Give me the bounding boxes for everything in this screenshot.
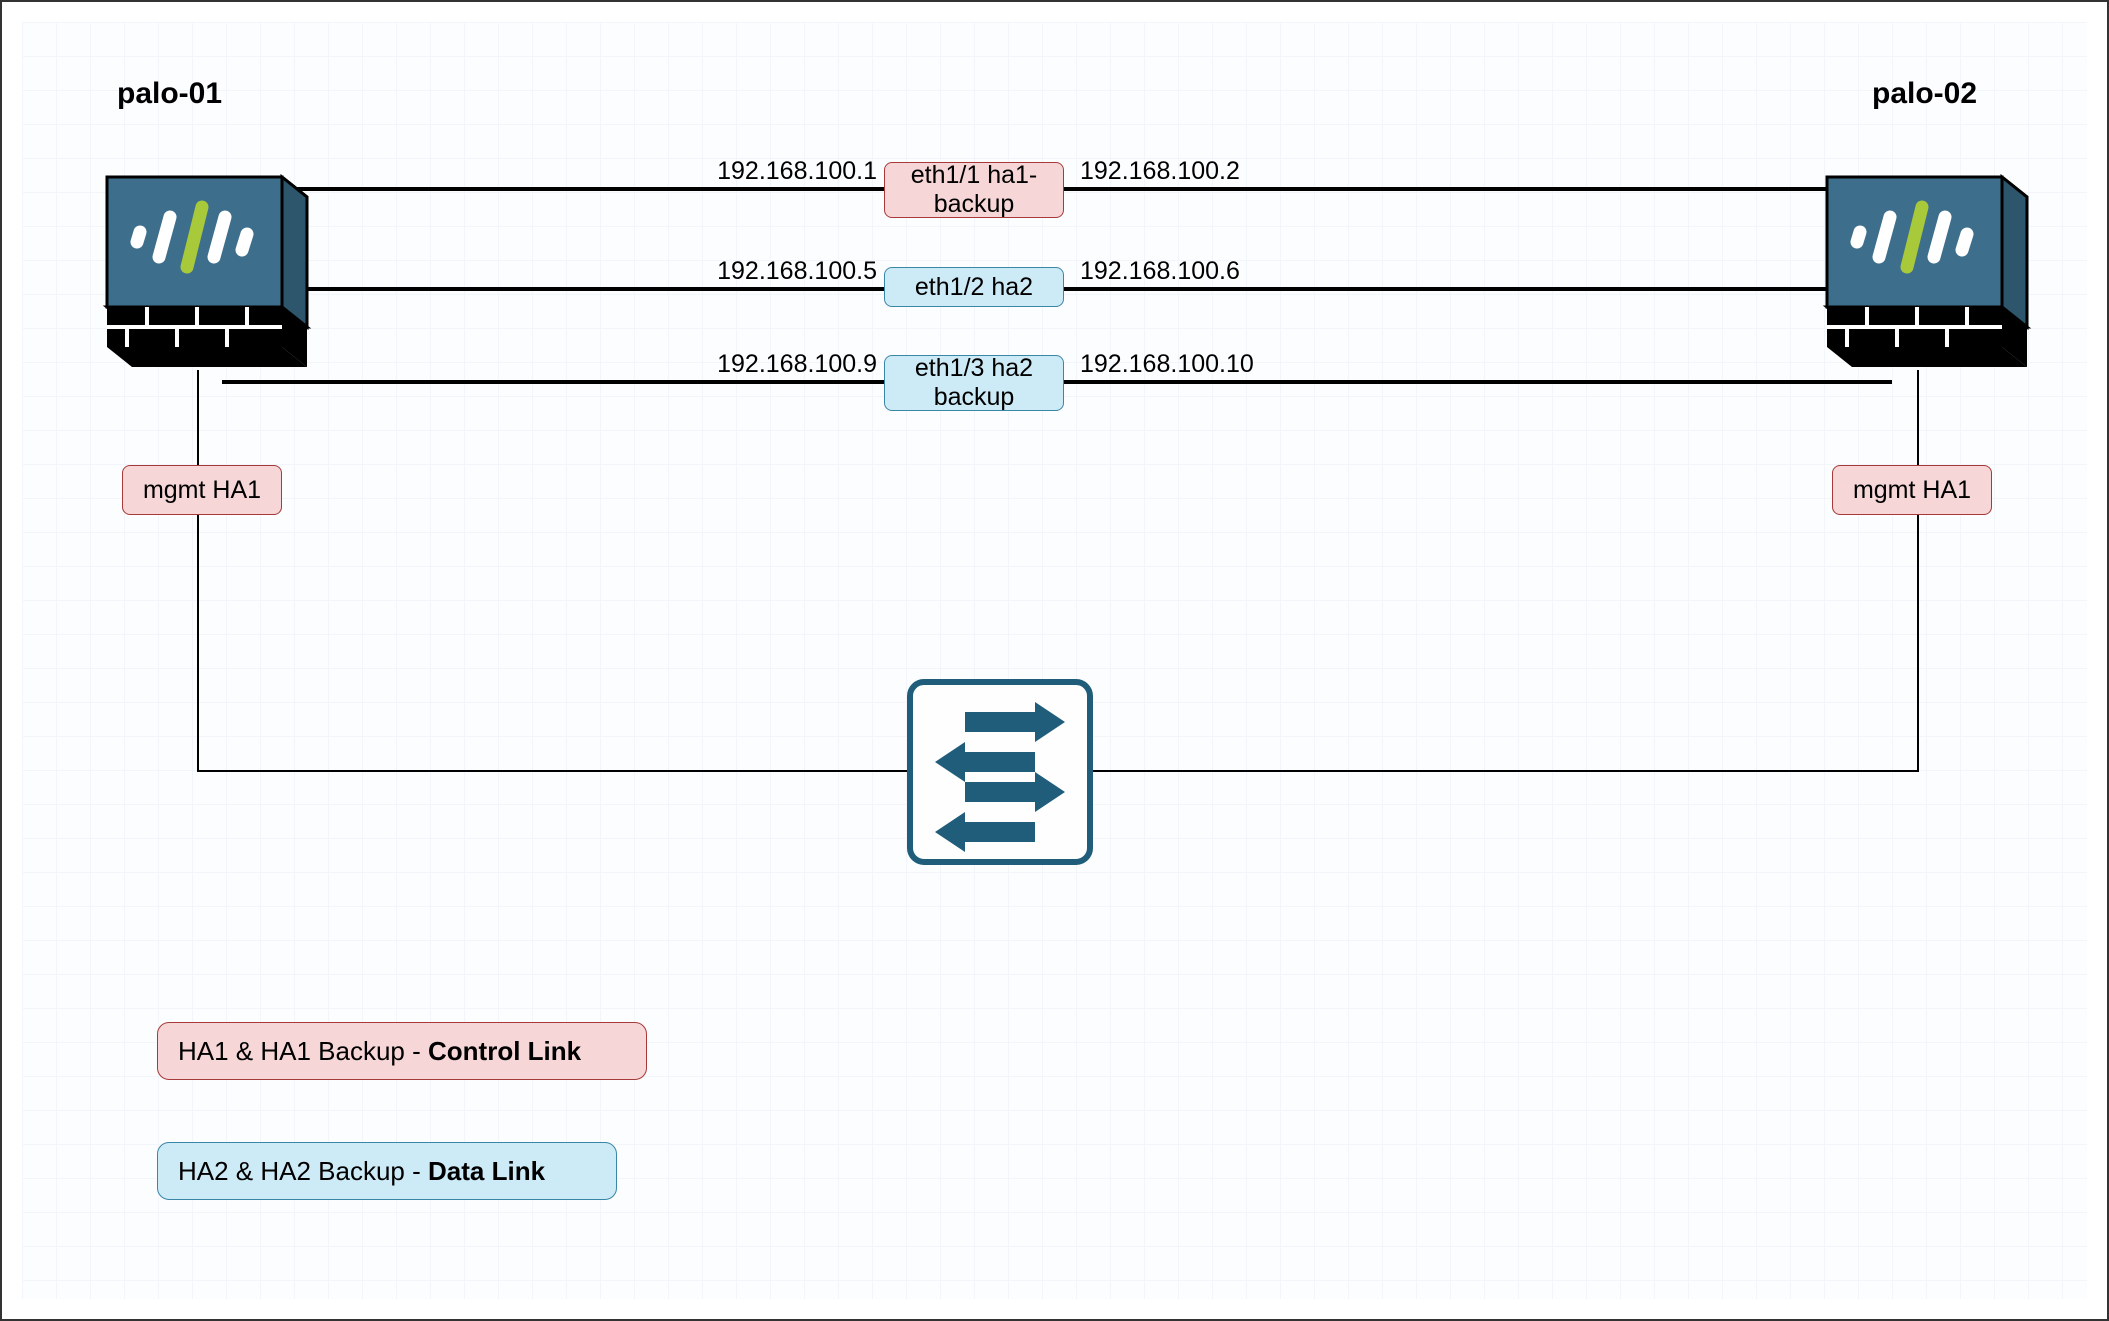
switch xyxy=(905,677,1095,867)
link3-left-ip: 192.168.100.9 xyxy=(687,350,877,379)
link3-right-ip: 192.168.100.10 xyxy=(1080,350,1254,379)
mgmt-left-stub xyxy=(197,370,199,465)
mgmt-right-stub xyxy=(1917,370,1919,465)
link3-tag: eth1/3 ha2 backup xyxy=(884,355,1064,411)
device-right-label: palo-02 xyxy=(1872,77,1977,111)
mgmt-right-down xyxy=(1917,515,1919,772)
diagram-frame: palo-01 palo-02 xyxy=(0,0,2109,1321)
link2-left-ip: 192.168.100.5 xyxy=(687,257,877,286)
legend-data-prefix: HA2 & HA2 Backup - xyxy=(178,1156,421,1187)
link1-left-ip: 192.168.100.1 xyxy=(687,157,877,186)
legend-data: HA2 & HA2 Backup - Data Link xyxy=(157,1142,617,1200)
legend-control-bold: Control Link xyxy=(428,1036,581,1067)
firewall-right xyxy=(1802,152,2032,382)
mgmt-left-down xyxy=(197,515,199,772)
mgmt-right-tag: mgmt HA1 xyxy=(1832,465,1992,515)
legend-data-bold: Data Link xyxy=(428,1156,545,1187)
device-left-label: palo-01 xyxy=(117,77,222,111)
link2-tag: eth1/2 ha2 xyxy=(884,267,1064,307)
legend-control: HA1 & HA1 Backup - Control Link xyxy=(157,1022,647,1080)
mgmt-left-tag: mgmt HA1 xyxy=(122,465,282,515)
link1-tag: eth1/1 ha1-backup xyxy=(884,162,1064,218)
legend-control-prefix: HA1 & HA1 Backup - xyxy=(178,1036,421,1067)
link2-right-ip: 192.168.100.6 xyxy=(1080,257,1240,286)
link1-right-ip: 192.168.100.2 xyxy=(1080,157,1240,186)
mgmt-right-h xyxy=(1092,770,1919,772)
firewall-left xyxy=(82,152,312,382)
mgmt-left-h xyxy=(197,770,907,772)
